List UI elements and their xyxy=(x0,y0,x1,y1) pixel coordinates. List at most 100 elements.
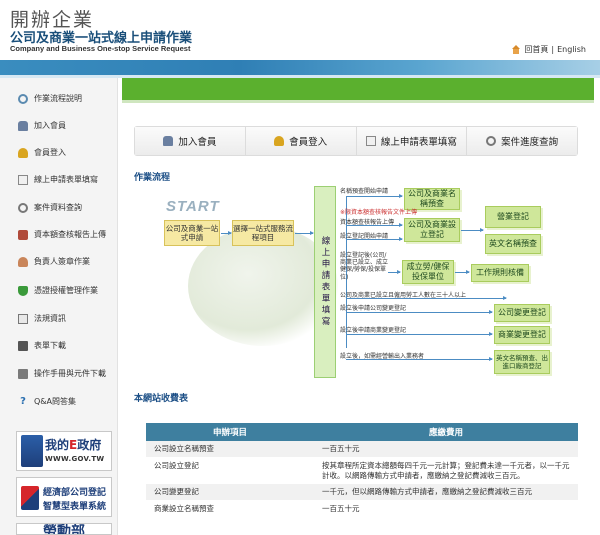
sidebar-item-join[interactable]: 加入會員 xyxy=(0,112,118,139)
flow-label-business-change: 設立後申請商業變更登記 xyxy=(340,327,407,334)
flow-box-english-name: 英文名稱預查 xyxy=(485,234,541,254)
sidebar-item-label: 案件資料查詢 xyxy=(34,203,82,212)
flow-box-business-registration: 營業登記 xyxy=(485,206,541,228)
flow-arrow xyxy=(295,231,314,235)
column-header-item: 申辦項目 xyxy=(146,423,314,441)
flow-arrow xyxy=(346,357,493,361)
table-row: 公司設立名稱預查 一百五十元 xyxy=(146,441,578,458)
person-icon xyxy=(18,256,28,267)
table-header-row: 申辦項目 應繳費用 xyxy=(146,423,578,441)
sidebar: 作業流程說明 加入會員 會員登入 線上申請表單填寫 案件資料查詢 資本額查核報告… xyxy=(0,78,118,535)
sidebar-item-qa[interactable]: ? Q&A問答集 xyxy=(0,388,118,415)
sidebar-item-label: 負責人簽章作業 xyxy=(34,257,90,266)
mol-banner[interactable]: 勞動部 xyxy=(16,523,112,535)
upload-icon xyxy=(18,229,28,240)
flow-step-select-service: 選擇一站式服務流程項目 xyxy=(232,220,294,246)
table-cell-fee: 一百五十元 xyxy=(314,441,578,458)
start-label: START xyxy=(166,198,220,215)
user-icon xyxy=(163,136,174,146)
sidebar-item-label: 資本額查核報告上傳 xyxy=(34,230,106,239)
mol-banner-title: 勞動部 xyxy=(43,524,85,535)
user-icon xyxy=(18,120,28,131)
search-icon xyxy=(486,136,497,146)
key-icon xyxy=(18,147,28,158)
flow-box-company-change: 公司變更登記 xyxy=(494,304,550,322)
sidebar-item-manual-download[interactable]: 操作手冊與元件下載 xyxy=(0,360,118,387)
site-header: 開辦企業 公司及商業一站式線上申請作業 Company and Business… xyxy=(0,0,600,60)
moea-smart-form-banner[interactable]: 經濟部公司登記 智慧型表單系統 xyxy=(16,477,112,517)
sidebar-item-case-query[interactable]: 案件資料查詢 xyxy=(0,194,118,221)
sidebar-item-signature[interactable]: 負責人簽章作業 xyxy=(0,248,118,275)
moea-logo-icon xyxy=(21,486,39,510)
flow-arrow xyxy=(346,194,403,198)
sidebar-item-certificate[interactable]: 憑證授權管理作業 xyxy=(0,277,118,304)
flow-arrow xyxy=(388,270,401,274)
moea-banner-line1: 經濟部公司登記 xyxy=(43,488,107,498)
flow-step-one-stop: 公司及商業一站式申請 xyxy=(164,220,220,246)
download-icon xyxy=(18,340,28,351)
sidebar-item-label: 法規資訊 xyxy=(34,314,66,323)
sidebar-item-label: 表單下載 xyxy=(34,341,66,350)
table-cell-fee: 一百五十元 xyxy=(314,500,578,518)
tab-label: 會員登入 xyxy=(289,137,328,148)
sidebar-item-label: 加入會員 xyxy=(34,121,66,130)
english-link[interactable]: English xyxy=(557,45,586,54)
table-row: 商業設立名稱預查 一百五十元 xyxy=(146,500,578,518)
quick-action-tabs: 加入會員 會員登入 線上申請表單填寫 案件進度查詢 xyxy=(134,126,578,156)
green-header-bar xyxy=(122,78,594,103)
tab-label: 加入會員 xyxy=(178,137,217,148)
sidebar-item-apply-form[interactable]: 線上申請表單填寫 xyxy=(0,166,118,193)
tab-online-form[interactable]: 線上申請表單填寫 xyxy=(356,127,468,155)
flow-arrow xyxy=(346,310,493,314)
sidebar-item-regulations[interactable]: 法規資訊 xyxy=(0,305,118,332)
flow-icon xyxy=(18,93,28,104)
flow-box-registration: 公司及商業設立登記 xyxy=(404,218,460,242)
top-links: 回首頁 | English xyxy=(511,44,586,55)
column-header-fee: 應繳費用 xyxy=(314,423,578,441)
shield-icon xyxy=(18,285,28,296)
main-content: 加入會員 會員登入 線上申請表單填寫 案件進度查詢 作業流程 START 公司及… xyxy=(118,78,600,535)
egov-banner-title: 我的E政府 xyxy=(45,438,102,452)
workflow-diagram: START 公司及商業一站式申請 選擇一站式服務流程項目 線上申請表單填寫 名稱… xyxy=(136,186,576,378)
sidebar-item-label: 操作手冊與元件下載 xyxy=(34,369,106,378)
document-icon xyxy=(18,174,28,185)
workflow-section-title: 作業流程 xyxy=(134,173,171,183)
key-icon xyxy=(274,136,285,146)
link-separator: | xyxy=(551,45,555,54)
flow-label-capital-note: ※限資本額查核報告文件上傳 xyxy=(340,209,418,216)
egov-logo-icon xyxy=(21,435,43,467)
flow-arrow xyxy=(455,270,470,274)
flow-box-work-rules: 工作規則核備 xyxy=(471,264,529,282)
table-cell-fee: 按其章程所定資本總額每四千元一元計算；登記費未達一千元者，以一千元計收。以網路傳… xyxy=(314,457,578,485)
sidebar-item-login[interactable]: 會員登入 xyxy=(0,139,118,166)
sidebar-item-form-download[interactable]: 表單下載 xyxy=(0,332,118,359)
sidebar-item-capital-upload[interactable]: 資本額查核報告上傳 xyxy=(0,221,118,248)
sidebar-item-label: Q&A問答集 xyxy=(34,397,77,406)
table-cell-fee: 一千元，但以網路傳輸方式申請者，應繳納之登記費減收三百元 xyxy=(314,483,578,501)
flow-arrow xyxy=(346,223,403,227)
home-icon[interactable] xyxy=(511,45,521,54)
flow-arrow xyxy=(461,228,484,232)
tab-join-member[interactable]: 加入會員 xyxy=(135,127,246,155)
sidebar-item-label: 憑證授權管理作業 xyxy=(34,286,98,295)
moea-banner-line2: 智慧型表單系統 xyxy=(43,502,107,512)
fee-section-title: 本網站收費表 xyxy=(134,394,189,404)
sidebar-item-label: 線上申請表單填寫 xyxy=(34,175,98,184)
document-icon xyxy=(365,136,376,146)
flow-arrow xyxy=(346,296,507,300)
tab-member-login[interactable]: 會員登入 xyxy=(245,127,357,155)
flow-label-name-check: 名稱預查開始申請 xyxy=(340,188,389,195)
sidebar-item-workflow[interactable]: 作業流程說明 xyxy=(0,85,118,112)
home-link[interactable]: 回首頁 xyxy=(524,44,548,55)
flow-box-business-change: 商業變更登記 xyxy=(494,326,550,344)
flow-label-after-setup: 設立登記後(公司/商業已設立、成立健保/勞保/投保單位) xyxy=(340,252,389,281)
sidebar-item-label: 會員登入 xyxy=(34,148,66,157)
header-banner xyxy=(0,60,600,78)
tab-case-progress[interactable]: 案件進度查詢 xyxy=(467,127,577,155)
my-egov-banner[interactable]: 我的E政府 WWW.GOV.TW xyxy=(16,431,112,471)
flow-label-company-change: 設立後申請公司變更登記 xyxy=(340,305,407,312)
table-cell-item: 商業設立名稱預查 xyxy=(146,500,314,518)
qa-icon: ? xyxy=(20,395,26,407)
flow-online-form-bar: 線上申請表單填寫 xyxy=(314,186,336,378)
flow-arrow xyxy=(346,237,403,241)
